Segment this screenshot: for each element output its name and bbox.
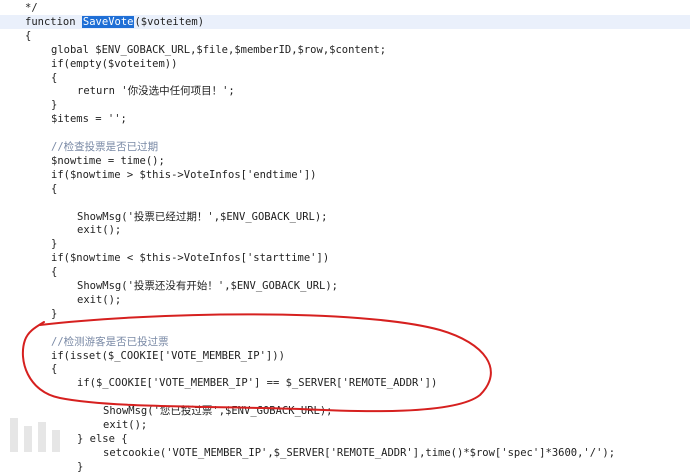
code-line: if($_COOKIE['VOTE_MEMBER_IP'] == $_SERVE… [0, 376, 690, 390]
code-text: setcookie('VOTE_MEMBER_IP',$_SERVER['REM… [103, 446, 616, 459]
code-line: $nowtime = time(); [0, 154, 690, 168]
code-text: exit(); [103, 419, 148, 431]
code-text: } [51, 307, 58, 320]
code-text: if($nowtime < $this->VoteInfos['starttim… [51, 252, 330, 265]
code-line: //检测游客是否已投过票 [0, 335, 690, 349]
code-text: function SaveVote($voteitem) [25, 15, 205, 28]
code-line: global $ENV_GOBACK_URL,$file,$memberID,$… [0, 43, 690, 57]
code-line: } [0, 307, 690, 321]
code-text: } else { [77, 432, 128, 445]
code-line: } [0, 460, 690, 474]
code-text: return '你没选中任何项目！'; [77, 85, 235, 98]
code-line: ShowMsg('投票已经过期！',$ENV_GOBACK_URL); [0, 210, 690, 224]
code-editor[interactable]: */function SaveVote($voteitem){global $E… [0, 0, 690, 473]
code-line: return '你没选中任何项目！'; [0, 84, 690, 98]
code-line: exit(); [0, 418, 690, 432]
code-line: if($nowtime < $this->VoteInfos['starttim… [0, 251, 690, 265]
code-line: */ [0, 1, 690, 15]
code-text: if($_COOKIE['VOTE_MEMBER_IP'] == $_SERVE… [77, 377, 438, 390]
code-text: global $ENV_GOBACK_URL,$file,$memberID,$… [51, 43, 387, 56]
code-text: $nowtime = time(); [51, 154, 165, 167]
code-line: exit(); [0, 293, 690, 307]
function-params: ($voteitem) [134, 15, 205, 28]
watermark-logo [0, 408, 80, 466]
code-line: function SaveVote($voteitem) [0, 14, 690, 29]
code-text: ShowMsg('投票已经过期！',$ENV_GOBACK_URL); [77, 210, 328, 223]
code-line: { [0, 71, 690, 85]
code-comment: //检测游客是否已投过票 [51, 335, 169, 348]
code-line: { [0, 265, 690, 279]
code-line: } [0, 237, 690, 251]
code-line: setcookie('VOTE_MEMBER_IP',$_SERVER['REM… [0, 446, 690, 460]
code-text: exit(); [77, 293, 122, 306]
code-text: } [51, 238, 58, 251]
code-text: $items = ''; [51, 113, 127, 126]
code-line: if(isset($_COOKIE['VOTE_MEMBER_IP'])) [0, 349, 690, 363]
code-text: } [51, 99, 58, 112]
code-line: $items = ''; [0, 112, 690, 126]
code-text: { [51, 182, 58, 195]
code-line: //检查投票是否已过期 [0, 140, 690, 154]
code-text: if(isset($_COOKIE['VOTE_MEMBER_IP'])) [51, 349, 285, 362]
code-line: { [0, 362, 690, 376]
code-line: if($nowtime > $this->VoteInfos['endtime'… [0, 168, 690, 182]
code-line: if(empty($voteitem)) [0, 57, 690, 71]
code-text: { [51, 363, 58, 376]
code-text: { [51, 266, 58, 279]
code-line: exit(); [0, 223, 690, 237]
code-line: ShowMsg('投票还没有开始！',$ENV_GOBACK_URL); [0, 279, 690, 293]
code-text: */ [25, 2, 38, 14]
code-line: } else { [0, 432, 690, 446]
code-text: ShowMsg('投票还没有开始！',$ENV_GOBACK_URL); [77, 280, 339, 292]
code-line: { [0, 182, 690, 196]
code-text: { [51, 71, 58, 84]
code-text: ShowMsg('您已投过票',$ENV_GOBACK_URL); [103, 405, 333, 418]
code-line: ShowMsg('您已投过票',$ENV_GOBACK_URL); [0, 404, 690, 418]
selected-function-name[interactable]: SaveVote [81, 15, 135, 28]
code-text: if(empty($voteitem)) [51, 57, 178, 70]
code-text: { [25, 29, 32, 42]
code-text: exit(); [77, 224, 122, 237]
code-line: { [0, 29, 690, 43]
code-comment: //检查投票是否已过期 [51, 141, 159, 153]
code-line: } [0, 98, 690, 112]
code-text: if($nowtime > $this->VoteInfos['endtime'… [51, 168, 317, 181]
